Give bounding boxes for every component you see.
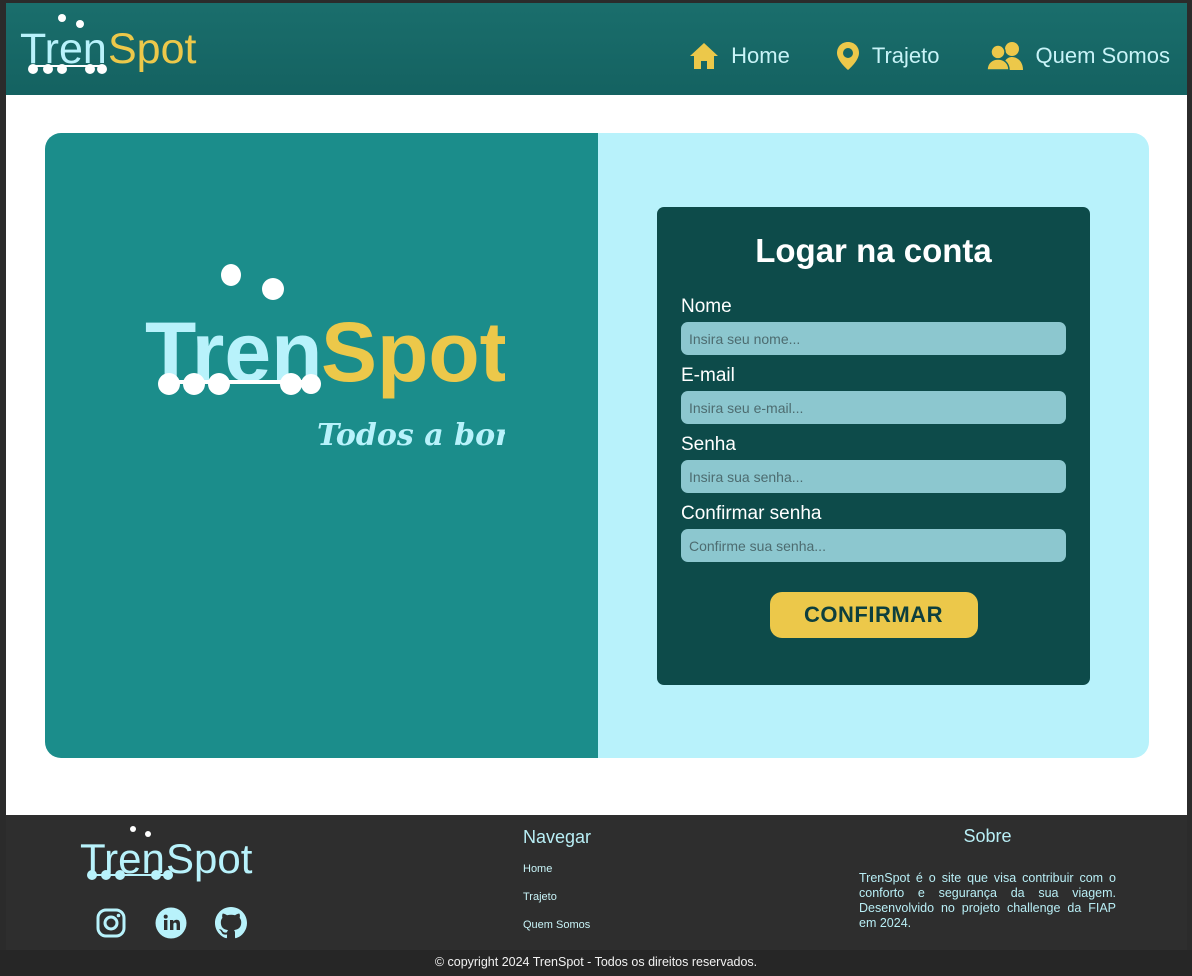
brand-panel: Tren Spot Todos a bordo!: [45, 133, 598, 758]
trenspot-logo-icon: Tren Spot: [20, 14, 197, 74]
name-input[interactable]: [681, 322, 1066, 355]
login-card: Tren Spot Todos a bordo! Logar na conta …: [45, 133, 1149, 758]
trenspot-hero-logo-icon: Tren Spot Todos a bordo!: [145, 264, 565, 453]
footer-link-quem-somos[interactable]: Quem Somos: [523, 919, 591, 931]
linkedin-icon: [155, 907, 187, 939]
footer-about: Sobre TrenSpot é o site que visa contrib…: [859, 826, 1116, 931]
login-form: Logar na conta Nome E-mail Senha Confirm…: [657, 207, 1090, 685]
location-pin-icon: [836, 42, 859, 70]
footer-about-title: Sobre: [963, 826, 1012, 846]
password-input[interactable]: [681, 460, 1066, 493]
confirm-password-input[interactable]: [681, 529, 1066, 562]
copyright-bar: © copyright 2024 TrenSpot - Todos os dir…: [0, 950, 1192, 976]
social-links: [94, 906, 248, 940]
header-logo[interactable]: Tren Spot: [20, 11, 202, 82]
github-link[interactable]: [214, 906, 248, 940]
nav-trajeto-label: Trajeto: [871, 43, 940, 68]
linkedin-link[interactable]: [154, 906, 188, 940]
footer-link-trajeto[interactable]: Trajeto: [523, 891, 591, 903]
site-header: Tren Spot Home Trajeto Quem Somos: [6, 3, 1187, 95]
site-footer: Tren Spot Navegar Home Trajeto Quem Somo…: [6, 815, 1187, 950]
footer-logo[interactable]: Tren Spot: [80, 823, 260, 888]
logo-spot-text: Spot: [108, 25, 197, 73]
email-input[interactable]: [681, 391, 1066, 424]
users-icon: [985, 42, 1023, 71]
github-icon: [215, 907, 247, 939]
hero-logo: Tren Spot Todos a bordo!: [145, 261, 565, 466]
footer-link-home[interactable]: Home: [523, 863, 591, 875]
hero-logo-spot-text: Spot: [321, 305, 505, 399]
home-icon: [690, 43, 719, 69]
main-nav: Home Trajeto Quem Somos: [689, 41, 1170, 71]
nav-home[interactable]: Home: [689, 42, 790, 70]
instagram-link[interactable]: [94, 906, 128, 940]
password-label: Senha: [681, 434, 736, 455]
nav-trajeto[interactable]: Trajeto: [836, 41, 940, 71]
form-title: Logar na conta: [755, 232, 992, 269]
instagram-icon: [96, 908, 126, 938]
footer-logo-spot-text: Spot: [166, 835, 253, 882]
nav-quem-somos-label: Quem Somos: [1035, 43, 1171, 68]
footer-about-text: TrenSpot é o site que visa contribuir co…: [859, 871, 1116, 930]
confirm-password-label: Confirmar senha: [681, 503, 822, 524]
form-panel: Logar na conta Nome E-mail Senha Confirm…: [598, 133, 1149, 758]
name-label: Nome: [681, 296, 732, 317]
email-label: E-mail: [681, 365, 735, 386]
confirm-button[interactable]: CONFIRMAR: [769, 592, 978, 638]
footer-nav: Navegar Home Trajeto Quem Somos: [523, 827, 591, 947]
footer-nav-title: Navegar: [523, 827, 592, 847]
hero-tagline: Todos a bordo!: [317, 418, 505, 453]
nav-home-label: Home: [731, 43, 790, 68]
nav-quem-somos[interactable]: Quem Somos: [985, 41, 1171, 71]
trenspot-footer-logo-icon: Tren Spot: [80, 826, 253, 882]
